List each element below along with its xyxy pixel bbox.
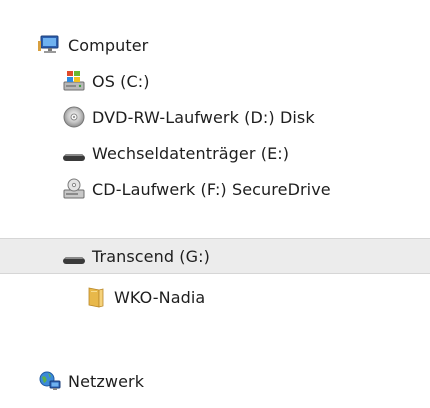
tree-item-drive-c[interactable]: OS (C:): [0, 63, 430, 99]
tree-item-label: CD-Laufwerk (F:) SecureDrive: [92, 179, 331, 199]
tree-item-network[interactable]: Netzwerk: [0, 363, 430, 399]
network-icon: [38, 369, 62, 393]
tree-item-label: Transcend (G:): [92, 246, 210, 266]
tree-item-drive-e[interactable]: Wechseldatenträger (E:): [0, 135, 430, 171]
removable-drive-icon: [62, 244, 86, 268]
computer-icon: [38, 33, 62, 57]
tree-item-computer[interactable]: Computer: [0, 27, 430, 63]
dvd-disc-icon: [62, 105, 86, 129]
tree-item-label: DVD-RW-Laufwerk (D:) Disk: [92, 107, 315, 127]
tree-item-label: OS (C:): [92, 71, 150, 91]
tree-item-label: WKO-Nadia: [114, 287, 206, 307]
folder-icon: [84, 285, 108, 309]
removable-drive-icon: [62, 141, 86, 165]
os-drive-icon: [62, 69, 86, 93]
tree-item-drive-d[interactable]: DVD-RW-Laufwerk (D:) Disk: [0, 99, 430, 135]
tree-item-label: Computer: [68, 35, 149, 55]
tree-item-drive-g[interactable]: Transcend (G:): [0, 238, 430, 274]
tree-item-label: Netzwerk: [68, 371, 145, 391]
tree-item-label: Wechseldatenträger (E:): [92, 143, 290, 163]
navigation-tree: Computer OS (C:) DVD-RW-Laufwerk (D:) Di…: [0, 0, 430, 408]
tree-item-drive-f[interactable]: CD-Laufwerk (F:) SecureDrive: [0, 171, 430, 207]
cd-drive-icon: [62, 177, 86, 201]
tree-item-folder-wko-nadia[interactable]: WKO-Nadia: [0, 279, 430, 315]
